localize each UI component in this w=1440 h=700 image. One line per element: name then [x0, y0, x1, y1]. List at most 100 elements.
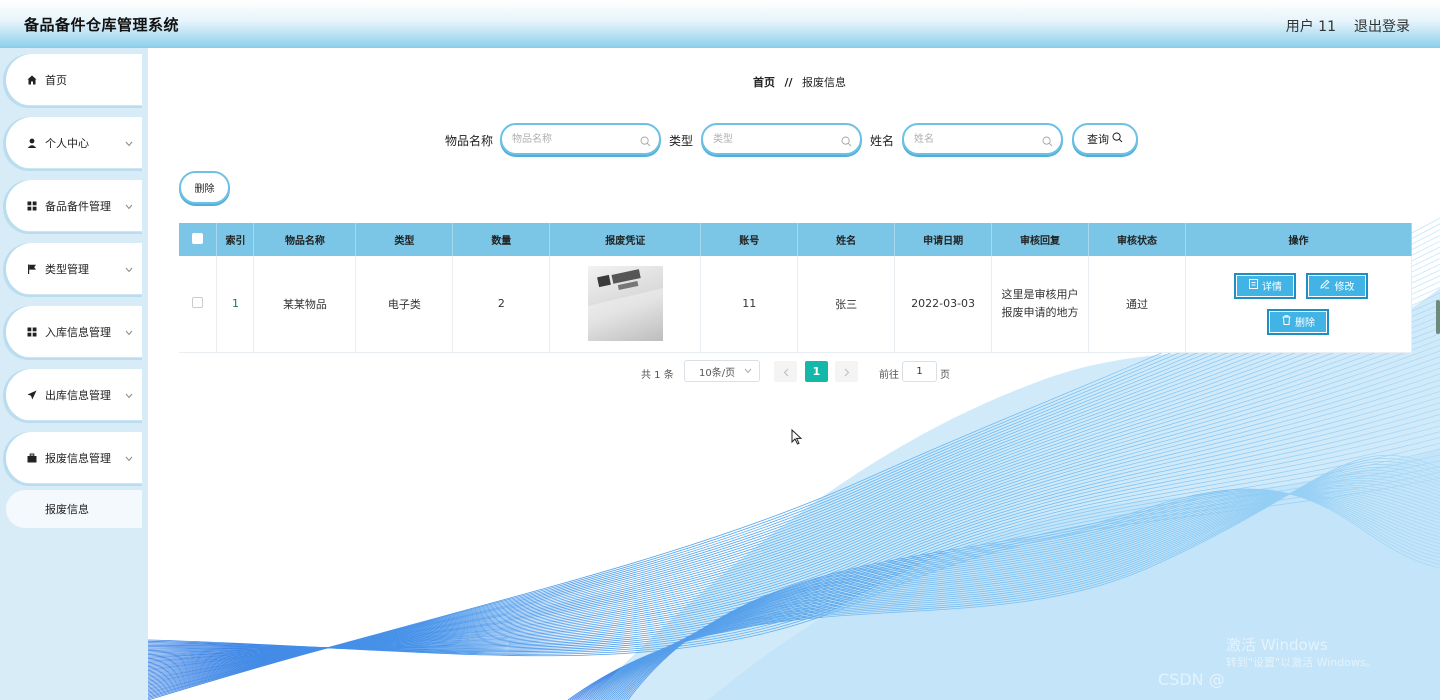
search-icon — [640, 132, 651, 151]
page-size-value: 10条/页 — [699, 367, 736, 379]
breadcrumb-home[interactable]: 首页 — [753, 76, 775, 89]
logout-link[interactable]: 退出登录 — [1354, 16, 1410, 36]
page-suffix-label: 页 — [940, 370, 950, 381]
edit-icon — [1320, 279, 1330, 292]
query-button[interactable]: 查询 — [1072, 123, 1138, 155]
item-name-input[interactable] — [512, 131, 632, 147]
search-icon — [1112, 132, 1123, 146]
proof-image-graphic — [587, 269, 663, 342]
quantity-cell: 2 — [452, 256, 551, 353]
scrollbar-thumb[interactable] — [1436, 300, 1440, 334]
chevron-down-icon — [125, 452, 133, 465]
review-reply-line: 报废申请的地方 — [1001, 305, 1079, 319]
type-input[interactable] — [713, 131, 833, 147]
select-all-cell — [179, 223, 218, 256]
next-page-button[interactable] — [835, 361, 858, 382]
trash-icon — [1282, 315, 1291, 328]
name-search-box — [902, 123, 1063, 155]
proof-cell — [549, 256, 702, 353]
search-icon — [841, 132, 852, 151]
sidebar-item-inbound[interactable]: 入库信息管理 — [3, 306, 142, 358]
column-header: 姓名 — [797, 223, 896, 256]
proof-image[interactable] — [587, 266, 663, 342]
activate-windows-hint: 转到"设置"以激活 Windows。 — [1226, 656, 1377, 669]
column-header: 报废凭证 — [549, 223, 702, 256]
chevron-down-icon — [744, 366, 752, 377]
column-header: 操作 — [1185, 223, 1413, 256]
column-header: 审核状态 — [1088, 223, 1186, 256]
home-icon — [25, 73, 39, 87]
sidebar-item-label: 报废信息管理 — [45, 452, 111, 465]
sidebar-item-label: 备品备件管理 — [45, 200, 111, 213]
edit-button-label: 修改 — [1334, 282, 1355, 294]
review-reply-cell: 这里是审核用户 报废申请的地方 — [991, 256, 1089, 353]
main-content: 首页 // 报废信息 物品名称 类型 姓名 查询 删除 — [148, 48, 1440, 700]
detail-button[interactable]: 详情 — [1234, 272, 1297, 299]
sidebar-item-home[interactable]: 首页 — [3, 54, 142, 106]
sidebar-item-type-management[interactable]: 类型管理 — [3, 243, 142, 295]
chevron-left-icon — [783, 362, 789, 381]
item-name-search-box — [500, 123, 661, 155]
page-number-button[interactable]: 1 — [805, 361, 828, 382]
row-delete-button[interactable]: 删除 — [1267, 308, 1330, 335]
review-status-cell: 通过 — [1088, 256, 1186, 353]
apply-date-cell: 2022-03-03 — [894, 256, 993, 353]
grid-icon — [25, 199, 39, 213]
chevron-down-icon — [125, 389, 133, 402]
user-label[interactable]: 用户 11 — [1286, 16, 1336, 36]
row-checkbox[interactable] — [192, 296, 204, 308]
table-header-row: 索引 物品名称 类型 数量 报废凭证 账号 姓名 申请日期 审核回复 审核状态 … — [179, 223, 1413, 256]
column-header: 申请日期 — [894, 223, 993, 256]
sidebar-subitem-scrap-info[interactable]: 报废信息 — [6, 490, 142, 528]
sidebar-item-label: 个人中心 — [45, 137, 89, 150]
chevron-down-icon — [125, 137, 133, 150]
actions-bottom-row: 删除 — [1186, 308, 1411, 335]
row-select-cell — [179, 256, 218, 353]
flag-icon — [25, 262, 39, 276]
select-all-checkbox[interactable] — [192, 232, 204, 244]
chevron-down-icon — [125, 326, 133, 339]
sidebar-item-outbound[interactable]: 出库信息管理 — [3, 369, 142, 421]
name-input[interactable] — [914, 131, 1034, 147]
app-title: 备品备件仓库管理系统 — [24, 16, 180, 34]
user-icon — [25, 136, 39, 150]
breadcrumb-current: 报废信息 — [802, 76, 847, 89]
goto-page-input[interactable] — [902, 361, 937, 382]
sidebar-item-spare-parts[interactable]: 备品备件管理 — [3, 180, 142, 232]
sidebar-item-label: 类型管理 — [45, 263, 89, 276]
account-cell: 11 — [700, 256, 799, 353]
chevron-down-icon — [125, 263, 133, 276]
edit-button[interactable]: 修改 — [1306, 272, 1369, 299]
sidebar-item-label: 出库信息管理 — [45, 389, 111, 402]
type-cell: 电子类 — [355, 256, 454, 353]
column-header: 数量 — [452, 223, 551, 256]
top-header: 备品备件仓库管理系统 用户 11 退出登录 — [0, 0, 1440, 48]
send-icon — [25, 388, 39, 402]
column-header: 类型 — [355, 223, 454, 256]
csdn-watermark: CSDN @ — [1158, 670, 1225, 689]
sidebar-item-personal-center[interactable]: 个人中心 — [3, 117, 142, 169]
actions-top-row: 详情 修改 — [1186, 272, 1411, 299]
item-name-cell: 某某物品 — [253, 256, 357, 353]
chevron-right-icon — [844, 362, 850, 381]
document-icon — [1248, 279, 1258, 292]
sidebar-item-scrap[interactable]: 报废信息管理 — [3, 432, 142, 484]
header-user-area: 用户 11 退出登录 — [1286, 16, 1410, 36]
name-cell: 张三 — [797, 256, 896, 353]
batch-delete-button[interactable]: 删除 — [179, 171, 230, 204]
page-size-select[interactable]: 10条/页 — [684, 360, 760, 382]
breadcrumb-separator: // — [784, 76, 793, 89]
index-cell: 1 — [216, 256, 255, 353]
item-name-label: 物品名称 — [445, 134, 494, 148]
column-header: 审核回复 — [991, 223, 1089, 256]
column-header: 账号 — [700, 223, 799, 256]
breadcrumb: 首页 // 报废信息 — [753, 74, 846, 90]
type-search-box — [701, 123, 862, 155]
prev-page-button[interactable] — [774, 361, 797, 382]
sidebar: 首页 个人中心 备品备件管理 类型管理 入库信息管理 出库信息管理 报废信息管理… — [0, 48, 148, 700]
mouse-cursor-icon — [791, 429, 803, 445]
table-row: 1 某某物品 电子类 2 11 张三 2022-03-03 这里是审核用户 报废… — [179, 256, 1413, 353]
name-label: 姓名 — [870, 134, 895, 148]
type-label: 类型 — [669, 134, 694, 148]
goto-label: 前往 — [879, 370, 899, 381]
